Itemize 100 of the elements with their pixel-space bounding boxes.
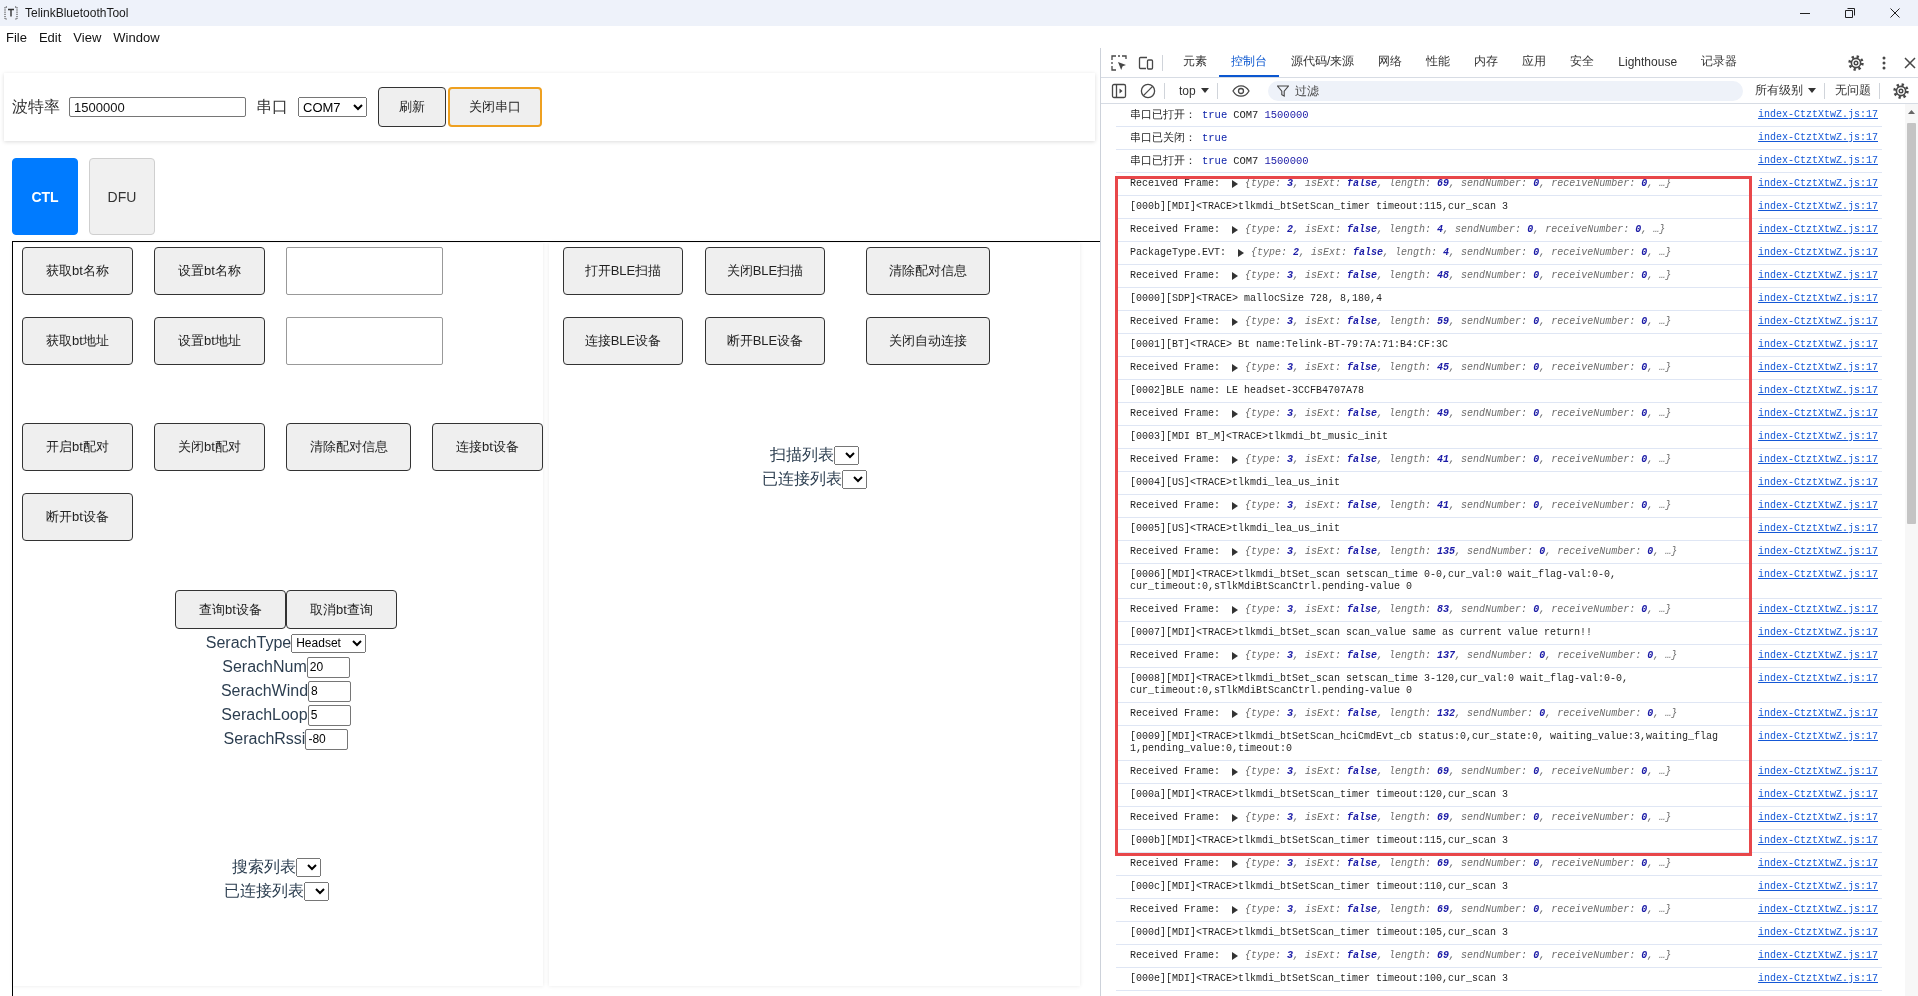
command-button[interactable]: 清除配对信息: [286, 423, 411, 471]
source-link[interactable]: index-CtztXtwZ.js:17: [1757, 293, 1878, 305]
scroll-up-icon[interactable]: [1908, 110, 1915, 114]
menu-item[interactable]: Window: [107, 29, 166, 45]
expand-triangle-icon[interactable]: [1232, 814, 1238, 822]
expand-triangle-icon[interactable]: [1232, 456, 1238, 464]
source-link[interactable]: index-CtztXtwZ.js:17: [1757, 132, 1878, 144]
source-link[interactable]: index-CtztXtwZ.js:17: [1757, 362, 1878, 374]
devtools-tab[interactable]: 记录器: [1689, 48, 1750, 77]
serial-button[interactable]: 刷新: [378, 87, 446, 127]
console-scrollbar[interactable]: [1905, 104, 1918, 996]
source-link[interactable]: index-CtztXtwZ.js:17: [1757, 546, 1878, 558]
command-button[interactable]: 清除配对信息: [866, 247, 990, 295]
devtools-tab[interactable]: 内存: [1462, 48, 1511, 77]
expand-triangle-icon[interactable]: [1232, 952, 1238, 960]
close-icon[interactable]: [1890, 8, 1900, 18]
expand-triangle-icon[interactable]: [1232, 502, 1238, 510]
command-button[interactable]: 获取bt名称: [22, 247, 133, 295]
source-link[interactable]: index-CtztXtwZ.js:17: [1757, 835, 1878, 847]
source-link[interactable]: index-CtztXtwZ.js:17: [1757, 812, 1878, 824]
sidebar-icon[interactable]: [1111, 82, 1127, 99]
source-link[interactable]: index-CtztXtwZ.js:17: [1757, 431, 1878, 443]
devtools-tab[interactable]: 应用: [1510, 48, 1559, 77]
text-input-field[interactable]: [286, 247, 443, 295]
port-select[interactable]: COM7: [298, 97, 367, 117]
source-link[interactable]: index-CtztXtwZ.js:17: [1757, 973, 1878, 985]
filter-field[interactable]: 过滤: [1267, 80, 1743, 101]
device-toolbar-icon[interactable]: [1138, 54, 1154, 71]
restore-icon[interactable]: [1845, 8, 1855, 18]
expand-triangle-icon[interactable]: [1232, 318, 1238, 326]
inspect-icon[interactable]: [1111, 54, 1127, 71]
more-options-icon[interactable]: [1882, 55, 1886, 70]
settings-icon[interactable]: [1848, 54, 1864, 71]
settings-icon[interactable]: [1893, 82, 1909, 99]
source-link[interactable]: index-CtztXtwZ.js:17: [1757, 500, 1878, 512]
close-icon[interactable]: [1904, 56, 1916, 69]
source-link[interactable]: index-CtztXtwZ.js:17: [1757, 247, 1878, 259]
command-button[interactable]: 连接bt设备: [432, 423, 543, 471]
command-button[interactable]: 断开bt设备: [22, 493, 133, 541]
search-param-field[interactable]: 8: [308, 680, 352, 702]
expand-triangle-icon[interactable]: [1232, 410, 1238, 418]
devtools-tab[interactable]: 安全: [1558, 48, 1607, 77]
expand-triangle-icon[interactable]: [1232, 548, 1238, 556]
source-link[interactable]: index-CtztXtwZ.js:17: [1757, 627, 1878, 639]
source-link[interactable]: index-CtztXtwZ.js:17: [1757, 927, 1878, 939]
serial-button[interactable]: 关闭串口: [448, 87, 542, 127]
source-link[interactable]: index-CtztXtwZ.js:17: [1757, 477, 1878, 489]
query-button[interactable]: 查询bt设备: [175, 590, 286, 629]
menu-item[interactable]: Edit: [32, 29, 68, 45]
context-dropdown[interactable]: top: [1179, 80, 1209, 101]
source-link[interactable]: index-CtztXtwZ.js:17: [1757, 708, 1878, 720]
command-button[interactable]: 打开BLE扫描: [563, 247, 683, 295]
command-button[interactable]: 设置bt名称: [154, 247, 265, 295]
command-button[interactable]: 关闭自动连接: [866, 317, 990, 365]
log-levels-dropdown[interactable]: 所有级别: [1754, 80, 1816, 101]
source-link[interactable]: index-CtztXtwZ.js:17: [1757, 178, 1878, 190]
menu-item[interactable]: View: [67, 29, 108, 45]
source-link[interactable]: index-CtztXtwZ.js:17: [1757, 650, 1878, 662]
expand-triangle-icon[interactable]: [1232, 768, 1238, 776]
list-dropdown[interactable]: [842, 469, 867, 489]
devtools-tab[interactable]: 控制台: [1219, 48, 1279, 77]
source-link[interactable]: index-CtztXtwZ.js:17: [1757, 270, 1878, 282]
source-link[interactable]: index-CtztXtwZ.js:17: [1757, 881, 1878, 893]
tab[interactable]: CTL: [12, 158, 78, 235]
list-dropdown[interactable]: [295, 857, 321, 877]
devtools-tab[interactable]: 网络: [1366, 48, 1415, 77]
expand-triangle-icon[interactable]: [1232, 606, 1238, 614]
eye-icon[interactable]: [1231, 84, 1250, 97]
command-button[interactable]: 设置bt地址: [154, 317, 265, 365]
search-param-field[interactable]: 20: [306, 656, 350, 678]
text-input-field[interactable]: [286, 317, 443, 365]
source-link[interactable]: index-CtztXtwZ.js:17: [1757, 569, 1878, 581]
expand-triangle-icon[interactable]: [1232, 226, 1238, 234]
minimize-icon[interactable]: [1800, 12, 1810, 14]
source-link[interactable]: index-CtztXtwZ.js:17: [1757, 339, 1878, 351]
list-dropdown[interactable]: [303, 881, 329, 901]
source-link[interactable]: index-CtztXtwZ.js:17: [1757, 604, 1878, 616]
devtools-tab[interactable]: Lighthouse: [1606, 48, 1690, 77]
devtools-tab[interactable]: 元素: [1171, 48, 1219, 77]
source-link[interactable]: index-CtztXtwZ.js:17: [1757, 316, 1878, 328]
devtools-tab[interactable]: 性能: [1414, 48, 1463, 77]
source-link[interactable]: index-CtztXtwZ.js:17: [1757, 109, 1878, 121]
source-link[interactable]: index-CtztXtwZ.js:17: [1757, 731, 1878, 743]
clear-console-icon[interactable]: [1140, 82, 1156, 99]
expand-triangle-icon[interactable]: [1232, 652, 1238, 660]
source-link[interactable]: index-CtztXtwZ.js:17: [1757, 858, 1878, 870]
search-param-field[interactable]: 5: [307, 704, 351, 726]
source-link[interactable]: index-CtztXtwZ.js:17: [1757, 766, 1878, 778]
query-button[interactable]: 取消bt查询: [286, 590, 397, 629]
source-link[interactable]: index-CtztXtwZ.js:17: [1757, 950, 1878, 962]
menu-item[interactable]: File: [0, 29, 33, 45]
source-link[interactable]: index-CtztXtwZ.js:17: [1757, 408, 1878, 420]
expand-triangle-icon[interactable]: [1232, 272, 1238, 280]
command-button[interactable]: 连接BLE设备: [563, 317, 683, 365]
source-link[interactable]: index-CtztXtwZ.js:17: [1757, 523, 1878, 535]
command-button[interactable]: 获取bt地址: [22, 317, 133, 365]
command-button[interactable]: 开启bt配对: [22, 423, 133, 471]
expand-triangle-icon[interactable]: [1232, 860, 1238, 868]
search-param-field[interactable]: -80: [305, 728, 349, 750]
command-button[interactable]: 断开BLE设备: [705, 317, 825, 365]
